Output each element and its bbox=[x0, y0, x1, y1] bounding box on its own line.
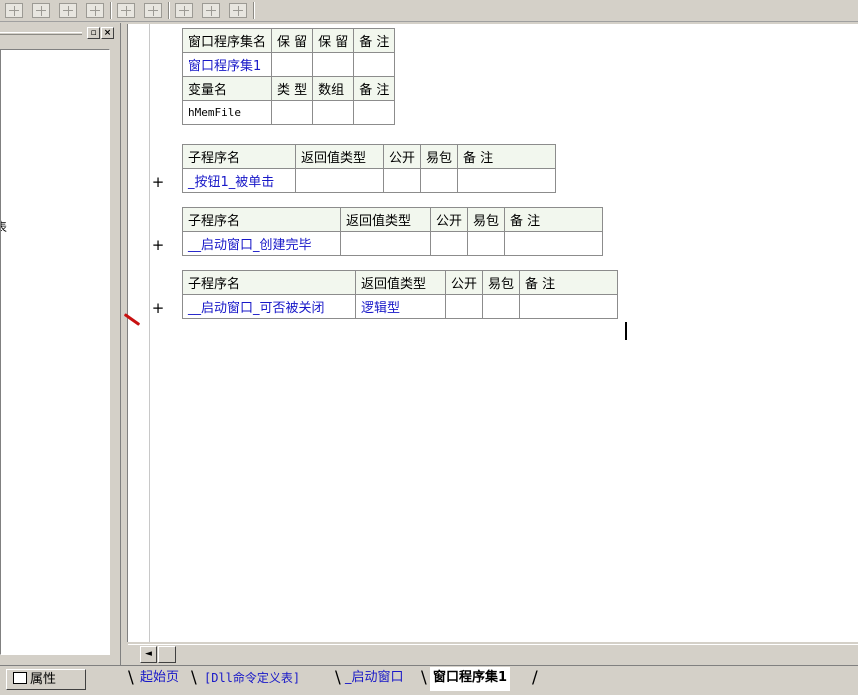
sub-table: 子程序名 返回值类型 公开 易包 备 注 __启动窗口_可否被关闭 逻辑型 bbox=[182, 270, 619, 319]
same-width-icon[interactable] bbox=[117, 3, 135, 18]
var-name-cell[interactable]: hMemFile bbox=[181, 100, 273, 125]
public-header: 公开 bbox=[382, 144, 422, 169]
close-button[interactable]: × bbox=[101, 27, 114, 39]
align-right-icon[interactable] bbox=[59, 3, 77, 18]
tab-start-page[interactable]: 起始页 bbox=[137, 667, 182, 691]
same-height-icon[interactable] bbox=[144, 3, 162, 18]
align-center-icon[interactable] bbox=[32, 3, 50, 18]
return-type-cell[interactable]: 逻辑型 bbox=[355, 294, 446, 319]
scroll-left-icon[interactable]: ◄ bbox=[140, 646, 157, 663]
var-name-header: 变量名 bbox=[181, 76, 273, 101]
titlebar-grip bbox=[0, 32, 82, 35]
class-table: 窗口程序集名 保 留 保 留 备 注 窗口程序集1 变量名 类 型 数组 备 注… bbox=[181, 28, 396, 125]
properties-button[interactable]: 属性 bbox=[6, 669, 86, 690]
expand-icon[interactable]: + bbox=[151, 299, 165, 317]
left-panel: ▫ × 表 bbox=[0, 23, 121, 665]
toolbar-separator bbox=[168, 2, 170, 19]
tab-bar: 属性 \ 起始页 \ [Dll命令定义表] \ _启动窗口 \ 窗口程序集1 / bbox=[0, 665, 858, 695]
easy-pkg-header: 易包 bbox=[467, 207, 506, 232]
note-header: 备 注 bbox=[504, 207, 604, 232]
var-type-cell[interactable] bbox=[271, 100, 314, 125]
note-header: 备 注 bbox=[353, 28, 396, 53]
reserved-cell[interactable] bbox=[312, 52, 355, 77]
public-cell[interactable] bbox=[429, 231, 469, 256]
sub-table: 子程序名 返回值类型 公开 易包 备 注 _按钮1_被单击 bbox=[182, 144, 557, 193]
tab-divider: \ bbox=[191, 668, 197, 688]
center-icon[interactable] bbox=[229, 3, 247, 18]
class-name-header: 窗口程序集名 bbox=[181, 28, 273, 53]
tab-startup-window[interactable]: _启动窗口 bbox=[342, 667, 407, 691]
public-cell[interactable] bbox=[444, 294, 484, 319]
easy-pkg-header: 易包 bbox=[420, 144, 459, 169]
left-panel-titlebar: ▫ × bbox=[0, 23, 120, 43]
tab-divider: / bbox=[532, 668, 538, 688]
align-left-icon[interactable] bbox=[5, 3, 23, 18]
return-type-header: 返回值类型 bbox=[295, 144, 384, 169]
sub-table: 子程序名 返回值类型 公开 易包 备 注 __启动窗口_创建完毕 bbox=[182, 207, 604, 256]
toolbar bbox=[0, 0, 858, 22]
reserved-header: 保 留 bbox=[312, 28, 355, 53]
sub-name-cell[interactable]: __启动窗口_创建完毕 bbox=[182, 231, 341, 256]
class-name-cell[interactable]: 窗口程序集1 bbox=[181, 52, 273, 77]
minimize-button[interactable]: ▫ bbox=[87, 27, 100, 39]
note-cell[interactable] bbox=[457, 168, 557, 193]
expand-icon[interactable]: + bbox=[151, 236, 165, 254]
tree-item-fragment[interactable]: 表 bbox=[1, 218, 7, 235]
sub-name-cell[interactable]: _按钮1_被单击 bbox=[182, 168, 296, 193]
note-cell[interactable] bbox=[519, 294, 619, 319]
sub-name-cell[interactable]: __启动窗口_可否被关闭 bbox=[182, 294, 356, 319]
properties-label: 属性 bbox=[30, 672, 57, 687]
easy-pkg-cell[interactable] bbox=[420, 168, 459, 193]
note-cell[interactable] bbox=[504, 231, 604, 256]
code-editor[interactable]: 窗口程序集名 保 留 保 留 备 注 窗口程序集1 变量名 类 型 数组 备 注… bbox=[123, 24, 858, 642]
toolbar-separator bbox=[253, 2, 255, 19]
var-type-header: 类 型 bbox=[271, 76, 314, 101]
properties-icon bbox=[13, 672, 27, 684]
panel-splitter[interactable] bbox=[120, 23, 126, 665]
public-header: 公开 bbox=[444, 270, 484, 295]
var-array-cell[interactable] bbox=[312, 100, 355, 125]
sub-name-header: 子程序名 bbox=[182, 270, 356, 295]
expand-icon[interactable]: + bbox=[151, 173, 165, 191]
tab-divider: \ bbox=[128, 668, 134, 688]
tab-dll-commands[interactable]: [Dll命令定义表] bbox=[201, 667, 303, 691]
easy-pkg-header: 易包 bbox=[482, 270, 521, 295]
note-header: 备 注 bbox=[519, 270, 619, 295]
horizontal-scrollbar[interactable]: ◄ bbox=[128, 644, 858, 665]
return-type-header: 返回值类型 bbox=[355, 270, 446, 295]
h-space-icon[interactable] bbox=[175, 3, 193, 18]
var-array-header: 数组 bbox=[312, 76, 355, 101]
var-note-header: 备 注 bbox=[353, 76, 396, 101]
editor-gutter bbox=[128, 24, 150, 642]
v-space-icon[interactable] bbox=[202, 3, 220, 18]
toolbar-separator bbox=[110, 2, 112, 19]
note-cell[interactable] bbox=[353, 52, 396, 77]
sub-name-header: 子程序名 bbox=[182, 144, 296, 169]
easy-pkg-cell[interactable] bbox=[482, 294, 521, 319]
text-caret bbox=[625, 322, 627, 340]
tab-divider: \ bbox=[335, 668, 341, 688]
scroll-thumb[interactable] bbox=[158, 646, 176, 663]
return-type-cell[interactable] bbox=[295, 168, 384, 193]
note-header: 备 注 bbox=[457, 144, 557, 169]
easy-pkg-cell[interactable] bbox=[467, 231, 506, 256]
var-note-cell[interactable] bbox=[353, 100, 396, 125]
left-panel-content[interactable]: 表 bbox=[0, 49, 110, 655]
return-type-cell[interactable] bbox=[340, 231, 431, 256]
reserved-cell[interactable] bbox=[271, 52, 314, 77]
reserved-header: 保 留 bbox=[271, 28, 314, 53]
tab-divider: \ bbox=[421, 668, 427, 688]
public-header: 公开 bbox=[429, 207, 469, 232]
return-type-header: 返回值类型 bbox=[340, 207, 431, 232]
public-cell[interactable] bbox=[382, 168, 422, 193]
tab-window-program-set[interactable]: 窗口程序集1 bbox=[430, 667, 511, 691]
align-top-icon[interactable] bbox=[86, 3, 104, 18]
sub-name-header: 子程序名 bbox=[182, 207, 341, 232]
